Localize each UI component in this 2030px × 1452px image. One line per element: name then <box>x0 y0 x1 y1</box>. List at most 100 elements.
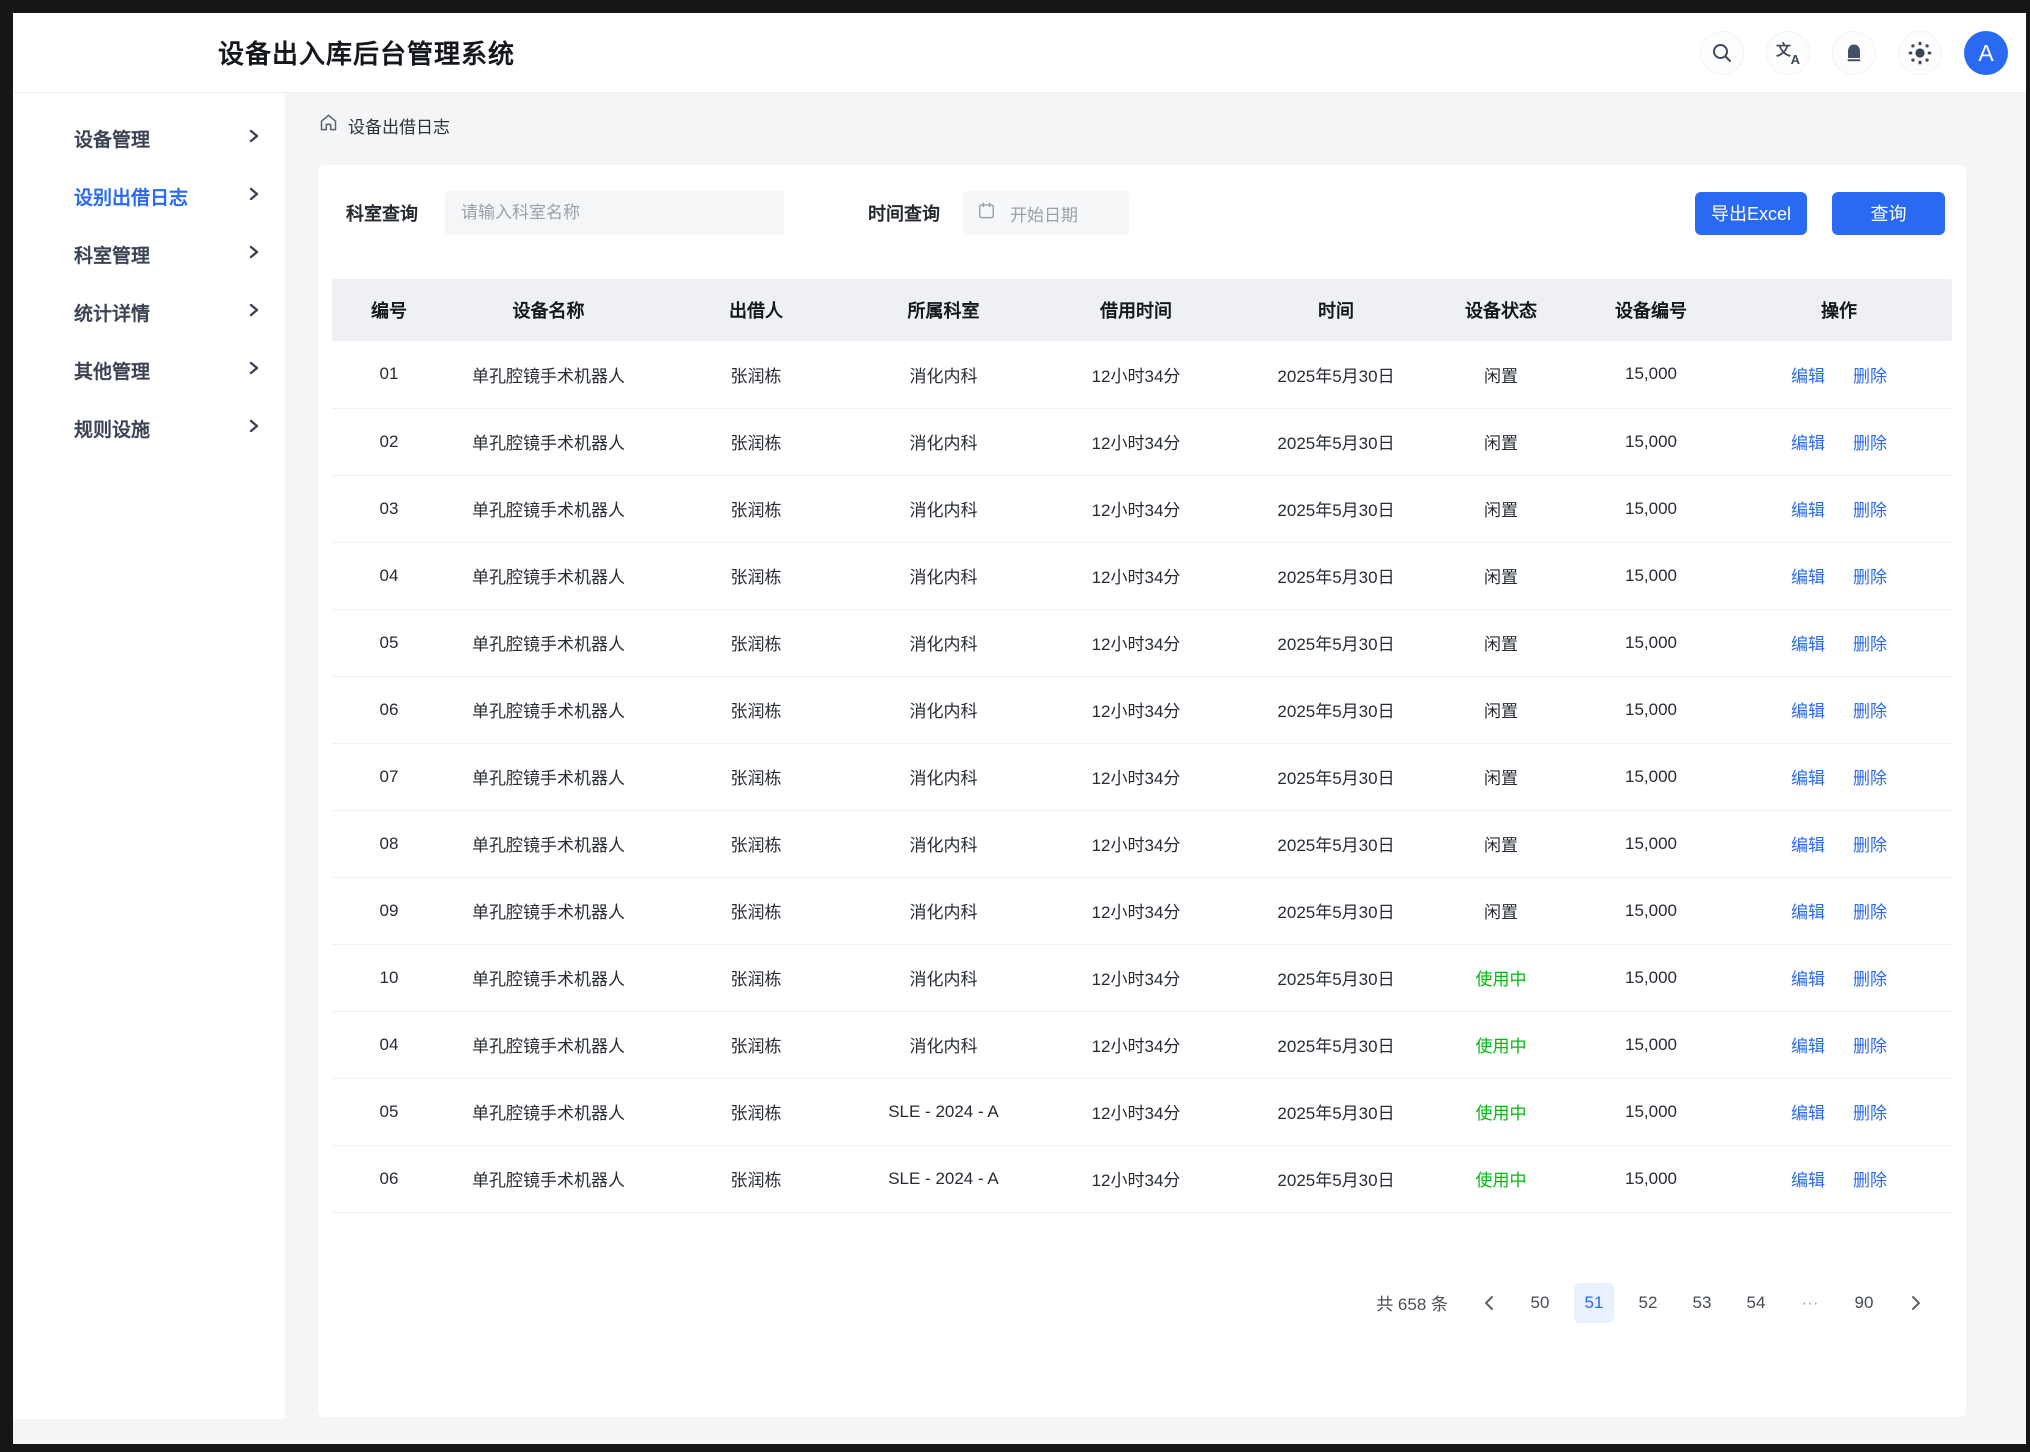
edit-link[interactable]: 编辑 <box>1791 769 1825 788</box>
delete-link[interactable]: 删除 <box>1853 769 1887 788</box>
edit-link[interactable]: 编辑 <box>1791 501 1825 520</box>
pagination-page[interactable]: 90 <box>1844 1283 1884 1323</box>
sidebar-item-department-management[interactable]: 科室管理 <box>13 225 285 283</box>
department-input[interactable] <box>445 191 784 235</box>
table-row: 07 单孔腔镜手术机器人 张润栋 消化内科 12小时34分 2025年5月30日… <box>332 743 1952 810</box>
cell-id: 09 <box>332 877 446 944</box>
cell-borrower: 张润栋 <box>651 1078 861 1145</box>
breadcrumb-label: 设备出借日志 <box>348 113 450 138</box>
pagination-prev-button[interactable] <box>1470 1283 1506 1323</box>
edit-link[interactable]: 编辑 <box>1791 903 1825 922</box>
cell-actions: 编辑 删除 <box>1726 810 1952 877</box>
cell-duration: 12小时34分 <box>1026 1011 1246 1078</box>
search-query-button[interactable]: 查询 <box>1832 192 1945 235</box>
column-header-duration: 借用时间 <box>1026 279 1246 341</box>
edit-link[interactable]: 编辑 <box>1791 434 1825 453</box>
sidebar-item-lending-log[interactable]: 设别出借日志 <box>13 167 285 225</box>
cell-device-code: 15,000 <box>1576 944 1726 1011</box>
delete-link[interactable]: 删除 <box>1853 702 1887 721</box>
cell-borrower: 张润栋 <box>651 1011 861 1078</box>
search-button[interactable] <box>1700 31 1744 75</box>
cell-status: 闲置 <box>1426 810 1576 877</box>
cell-device-name: 单孔腔镜手术机器人 <box>446 1145 651 1212</box>
cell-department: 消化内科 <box>861 877 1026 944</box>
chevron-right-icon <box>249 419 259 438</box>
status-badge: 闲置 <box>1484 434 1518 453</box>
edit-link[interactable]: 编辑 <box>1791 1171 1825 1190</box>
delete-link[interactable]: 删除 <box>1853 903 1887 922</box>
start-date-placeholder: 开始日期 <box>1010 201 1078 226</box>
delete-link[interactable]: 删除 <box>1853 970 1887 989</box>
cell-date: 2025年5月30日 <box>1246 475 1426 542</box>
sidebar-item-other-management[interactable]: 其他管理 <box>13 341 285 399</box>
cell-department: 消化内科 <box>861 341 1026 408</box>
cell-borrower: 张润栋 <box>651 475 861 542</box>
edit-link[interactable]: 编辑 <box>1791 1037 1825 1056</box>
sidebar-item-device-management[interactable]: 设备管理 <box>13 109 285 167</box>
delete-link[interactable]: 删除 <box>1853 836 1887 855</box>
chevron-right-icon <box>249 245 259 264</box>
pagination-page[interactable]: 50 <box>1520 1283 1560 1323</box>
column-header-borrower: 出借人 <box>651 279 861 341</box>
cell-actions: 编辑 删除 <box>1726 676 1952 743</box>
cell-id: 10 <box>332 944 446 1011</box>
cell-device-code: 15,000 <box>1576 1011 1726 1078</box>
pagination-next-button[interactable] <box>1898 1283 1934 1323</box>
edit-link[interactable]: 编辑 <box>1791 970 1825 989</box>
delete-link[interactable]: 删除 <box>1853 1171 1887 1190</box>
delete-link[interactable]: 删除 <box>1853 501 1887 520</box>
cell-borrower: 张润栋 <box>651 408 861 475</box>
cell-actions: 编辑 删除 <box>1726 341 1952 408</box>
delete-link[interactable]: 删除 <box>1853 1104 1887 1123</box>
cell-device-name: 单孔腔镜手术机器人 <box>446 877 651 944</box>
delete-link[interactable]: 删除 <box>1853 367 1887 386</box>
status-badge: 闲置 <box>1484 903 1518 922</box>
delete-link[interactable]: 删除 <box>1853 434 1887 453</box>
cell-device-code: 15,000 <box>1576 1078 1726 1145</box>
delete-link[interactable]: 删除 <box>1853 635 1887 654</box>
delete-link[interactable]: 删除 <box>1853 1037 1887 1056</box>
notification-button[interactable] <box>1832 31 1876 75</box>
top-header: 设备出入库后台管理系统 文A <box>13 13 2026 93</box>
export-excel-button[interactable]: 导出Excel <box>1695 192 1807 235</box>
cell-actions: 编辑 删除 <box>1726 743 1952 810</box>
cell-actions: 编辑 删除 <box>1726 877 1952 944</box>
edit-link[interactable]: 编辑 <box>1791 367 1825 386</box>
breadcrumb[interactable]: 设备出借日志 <box>318 105 1966 145</box>
user-avatar[interactable]: A <box>1964 31 2008 75</box>
pagination-page[interactable]: 52 <box>1628 1283 1668 1323</box>
pagination-page[interactable]: 51 <box>1574 1283 1614 1323</box>
cell-date: 2025年5月30日 <box>1246 810 1426 877</box>
pagination-page[interactable]: 53 <box>1682 1283 1722 1323</box>
edit-link[interactable]: 编辑 <box>1791 1104 1825 1123</box>
table-row: 04 单孔腔镜手术机器人 张润栋 消化内科 12小时34分 2025年5月30日… <box>332 1011 1952 1078</box>
pagination-page[interactable]: 54 <box>1736 1283 1776 1323</box>
delete-link[interactable]: 删除 <box>1853 568 1887 587</box>
cell-actions: 编辑 删除 <box>1726 475 1952 542</box>
translate-icon: 文A <box>1776 41 1800 65</box>
cell-department: 消化内科 <box>861 542 1026 609</box>
edit-link[interactable]: 编辑 <box>1791 568 1825 587</box>
edit-link[interactable]: 编辑 <box>1791 836 1825 855</box>
cell-device-code: 15,000 <box>1576 341 1726 408</box>
cell-department: 消化内科 <box>861 609 1026 676</box>
cell-department: SLE - 2024 - A <box>861 1078 1026 1145</box>
sidebar-item-statistics[interactable]: 统计详情 <box>13 283 285 341</box>
cell-status: 闲置 <box>1426 341 1576 408</box>
theme-button[interactable] <box>1898 31 1942 75</box>
cell-device-name: 单孔腔镜手术机器人 <box>446 810 651 877</box>
table-row: 05 单孔腔镜手术机器人 张润栋 消化内科 12小时34分 2025年5月30日… <box>332 609 1952 676</box>
cell-actions: 编辑 删除 <box>1726 609 1952 676</box>
cell-borrower: 张润栋 <box>651 810 861 877</box>
sidebar-item-rule-settings[interactable]: 规则设施 <box>13 399 285 457</box>
cell-borrower: 张润栋 <box>651 341 861 408</box>
translate-button[interactable]: 文A <box>1766 31 1810 75</box>
edit-link[interactable]: 编辑 <box>1791 635 1825 654</box>
edit-link[interactable]: 编辑 <box>1791 702 1825 721</box>
cell-duration: 12小时34分 <box>1026 676 1246 743</box>
column-header-date: 时间 <box>1246 279 1426 341</box>
start-date-picker[interactable]: 开始日期 <box>963 191 1129 235</box>
pagination-total: 共 658 条 <box>1376 1290 1448 1315</box>
cell-device-code: 15,000 <box>1576 1145 1726 1212</box>
cell-id: 07 <box>332 743 446 810</box>
